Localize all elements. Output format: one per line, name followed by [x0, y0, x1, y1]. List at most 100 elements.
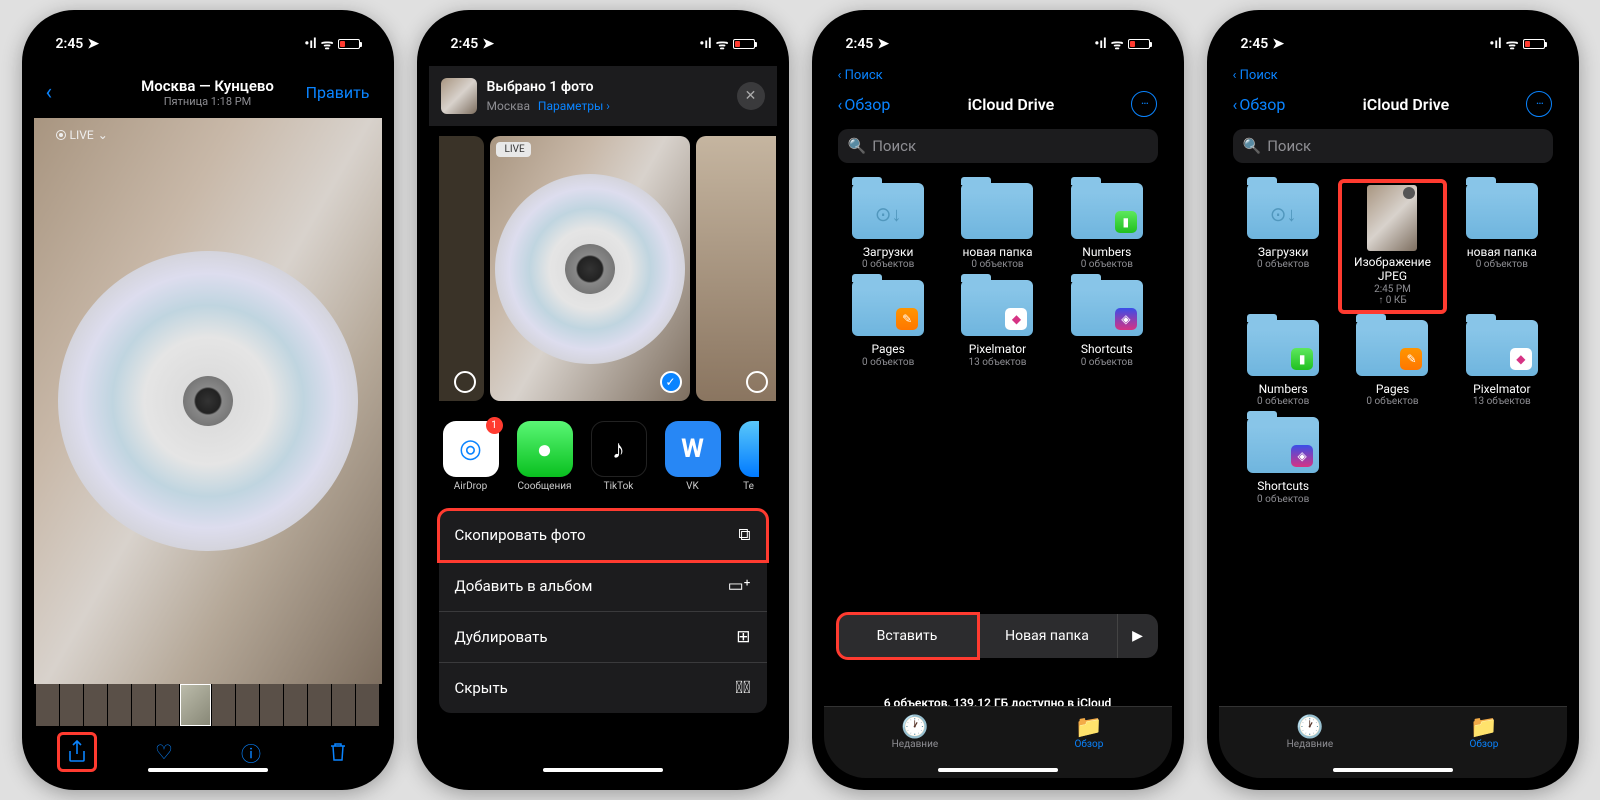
messages-app[interactable]: ●Сообщения [517, 421, 573, 492]
numbers-icon: ▮ [1291, 348, 1313, 370]
hide-icon: 👁̸ [735, 678, 750, 698]
back-button[interactable]: ‹ Обзор [1233, 95, 1286, 114]
close-button[interactable]: ✕ [737, 82, 765, 110]
files-nav: ‹ Обзор iCloud Drive ··· [1219, 85, 1567, 123]
folder-shortcuts[interactable]: ◈Shortcuts0 объектов [1233, 417, 1334, 504]
phone-4: 2:45➤ •ılᯤ ‹ Поиск ‹ Обзор iCloud Drive … [1207, 10, 1579, 790]
back-to-search[interactable]: ‹ Поиск [824, 66, 1172, 85]
telegram-app-peek[interactable]: Te [739, 421, 759, 492]
time: 2:45 [56, 36, 84, 52]
location-services-icon: ➤ [482, 36, 494, 52]
tab-browse[interactable]: 📁Обзор [1470, 715, 1499, 750]
cellular-icon: •ıl [699, 36, 711, 52]
home-indicator[interactable] [1333, 768, 1453, 772]
home-indicator[interactable] [148, 768, 268, 772]
pasted-image-file[interactable]: Изображение JPEG2:45 PM↑ 0 КБ [1342, 183, 1443, 310]
location-label: Москва [487, 99, 530, 113]
back-button[interactable]: ‹ Обзор [838, 95, 891, 114]
tab-recent[interactable]: 🕐Недавние [1287, 715, 1333, 750]
folder-pixelmator[interactable]: ◆Pixelmator13 объектов [1451, 320, 1552, 407]
folder-new[interactable]: новая папка0 объектов [947, 183, 1048, 270]
share-sheet-header: Выбрано 1 фото Москва Параметры › ✕ [429, 66, 777, 126]
telegram-icon [739, 421, 759, 477]
folder-downloads[interactable]: ⊙↓Загрузки0 объектов [838, 183, 939, 270]
folder-numbers[interactable]: ▮Numbers0 объектов [1233, 320, 1334, 407]
folder-icon: 📁 [1075, 715, 1104, 739]
back-button[interactable]: ‹ [46, 80, 53, 105]
location-services-icon: ➤ [87, 36, 99, 52]
chevron-down-icon: ⌄ [98, 128, 108, 142]
phone-2: 2:45➤ •ılᯤ Выбрано 1 фото Москва Парамет… [417, 10, 789, 790]
selected-photo[interactable]: LIVE ✓ [490, 136, 690, 401]
shortcuts-icon: ◈ [1291, 445, 1313, 467]
options-link[interactable]: Параметры › [538, 99, 610, 113]
page-title: iCloud Drive [968, 95, 1055, 114]
folder-shortcuts[interactable]: ◈Shortcuts0 объектов [1056, 280, 1157, 367]
context-more[interactable]: ▶ [1118, 614, 1158, 658]
pages-icon: ✎ [896, 308, 918, 330]
download-icon: ⊙↓ [1270, 202, 1297, 227]
unselected-icon[interactable] [454, 371, 476, 393]
battery-icon [1523, 39, 1545, 49]
more-button[interactable]: ··· [1526, 91, 1552, 117]
tab-recent[interactable]: 🕐Недавние [892, 715, 938, 750]
location-services-icon: ➤ [1272, 36, 1284, 52]
wifi-icon: ᯤ [1506, 35, 1519, 54]
unselected-icon[interactable] [746, 371, 768, 393]
home-indicator[interactable] [543, 768, 663, 772]
photo-viewer[interactable] [34, 118, 382, 684]
paste-button[interactable]: Вставить [838, 614, 978, 658]
search-icon: 🔍 [848, 137, 867, 155]
home-indicator[interactable] [938, 768, 1058, 772]
share-apps-row[interactable]: ◎1AirDrop ●Сообщения ♪TikTok WVK Te [429, 411, 777, 502]
battery-icon [1128, 39, 1150, 49]
folder-new[interactable]: новая папка0 объектов [1451, 183, 1552, 310]
info-button[interactable]: ⓘ [233, 734, 269, 770]
airdrop-app[interactable]: ◎1AirDrop [443, 421, 499, 492]
pages-icon: ✎ [1400, 348, 1422, 370]
add-to-album-action[interactable]: Добавить в альбом▭⁺ [439, 561, 767, 612]
checkmark-icon[interactable]: ✓ [660, 371, 682, 393]
nav-bar: ‹ Москва — Кунцево Пятница 1:18 PM Прави… [34, 66, 382, 118]
vk-app[interactable]: WVK [665, 421, 721, 492]
tab-browse[interactable]: 📁Обзор [1075, 715, 1104, 750]
hide-action[interactable]: Скрыть👁̸ [439, 663, 767, 713]
folder-downloads[interactable]: ⊙↓Загрузки0 объектов [1233, 183, 1334, 310]
live-icon [56, 130, 66, 140]
copy-photo-action[interactable]: Скопировать фото⧉ [439, 510, 767, 561]
clock-icon: 🕐 [1287, 715, 1333, 739]
folder-icon: 📁 [1470, 715, 1499, 739]
tiktok-icon: ♪ [591, 421, 647, 477]
folder-pages[interactable]: ✎Pages0 объектов [838, 280, 939, 367]
shortcuts-icon: ◈ [1115, 308, 1137, 330]
messages-icon: ● [517, 421, 573, 477]
back-to-search[interactable]: ‹ Поиск [1219, 66, 1567, 85]
duplicate-action[interactable]: Дублировать⊞ [439, 612, 767, 663]
battery-icon [733, 39, 755, 49]
edit-button[interactable]: Править [306, 83, 370, 102]
search-icon: 🔍 [1243, 137, 1262, 155]
download-icon: ⊙↓ [875, 202, 902, 227]
album-icon: ▭⁺ [728, 576, 751, 596]
search-input[interactable]: 🔍Поиск [1233, 129, 1553, 163]
search-input[interactable]: 🔍Поиск [838, 129, 1158, 163]
share-button[interactable] [59, 734, 95, 770]
cellular-icon: •ıl [1489, 36, 1501, 52]
thumbnail-strip[interactable] [34, 684, 382, 726]
folder-numbers[interactable]: ▮Numbers0 объектов [1056, 183, 1157, 270]
photo-selection-row[interactable]: LIVE ✓ [429, 126, 777, 411]
files-grid: ⊙↓Загрузки0 объектов новая папка0 объект… [824, 173, 1172, 686]
favorite-button[interactable]: ♡ [146, 734, 182, 770]
live-badge[interactable]: LIVE ⌄ [56, 128, 108, 142]
folder-pages[interactable]: ✎Pages0 объектов [1342, 320, 1443, 407]
new-folder-button[interactable]: Новая папка [978, 614, 1118, 658]
share-actions: Скопировать фото⧉ Добавить в альбом▭⁺ Ду… [439, 510, 767, 713]
folder-pixelmator[interactable]: ◆Pixelmator13 объектов [947, 280, 1048, 367]
tiktok-app[interactable]: ♪TikTok [591, 421, 647, 492]
more-button[interactable]: ··· [1131, 91, 1157, 117]
cellular-icon: •ıl [1094, 36, 1106, 52]
clock-icon: 🕐 [892, 715, 938, 739]
files-nav: ‹ Обзор iCloud Drive ··· [824, 85, 1172, 123]
trash-button[interactable] [320, 734, 356, 770]
phone-1: 2:45➤ •ıl ᯤ ‹ Москва — Кунцево Пятница 1… [22, 10, 394, 790]
